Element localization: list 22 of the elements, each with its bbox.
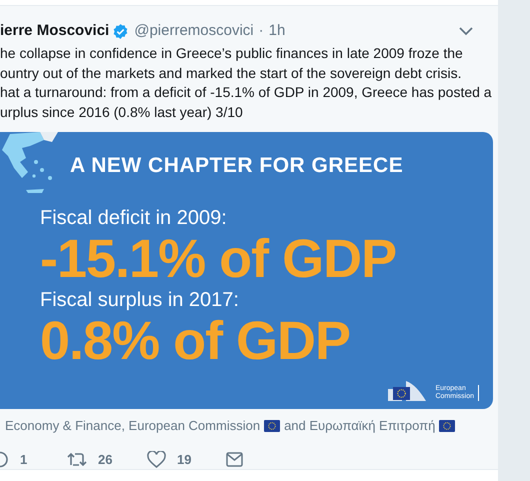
tagged-account-link[interactable]: and Ευρωπαϊκή Επιτροπή: [284, 416, 436, 436]
infographic-title: A NEW CHAPTER FOR GREECE: [70, 153, 404, 179]
eu-flag-icon: [439, 420, 456, 432]
figure-label: Fiscal deficit in 2009:: [40, 206, 228, 230]
tweet-text: he collapse in confidence in Greece’s public finances in late 2009 froze the ountry out of the markets and marked the start of the sovereign debt crisis. hat a turnaround: from a deficit of -15.1% of GDP in 2009, Greece has posted a urplus since 2016 (0.8% last year) 3/10: [0, 44, 493, 122]
envelope-icon[interactable]: [226, 452, 243, 467]
action-count: 26: [98, 450, 112, 468]
tweet-time[interactable]: 1h: [268, 20, 286, 42]
chevron-down-icon[interactable]: [459, 26, 473, 36]
figure-value: 0.8% of GDP: [40, 312, 350, 370]
author-name[interactable]: ierre Moscovici: [0, 20, 110, 42]
heart-icon[interactable]: [147, 450, 166, 468]
figure-label: Fiscal surplus in 2017:: [40, 288, 240, 312]
tagged-account-link[interactable]: Economy & Finance, European Commission: [5, 416, 260, 436]
speech-bubble-icon[interactable]: [0, 450, 9, 468]
action-count: 1: [20, 450, 28, 468]
action-count: 19: [177, 450, 192, 468]
eu-flag-icon: [264, 420, 280, 432]
separator-dot: ·: [258, 20, 264, 41]
retweet-icon[interactable]: [67, 452, 87, 467]
user-handle[interactable]: @pierremoscovici: [134, 20, 254, 42]
figure-value: -15.1% of GDP: [40, 230, 396, 288]
